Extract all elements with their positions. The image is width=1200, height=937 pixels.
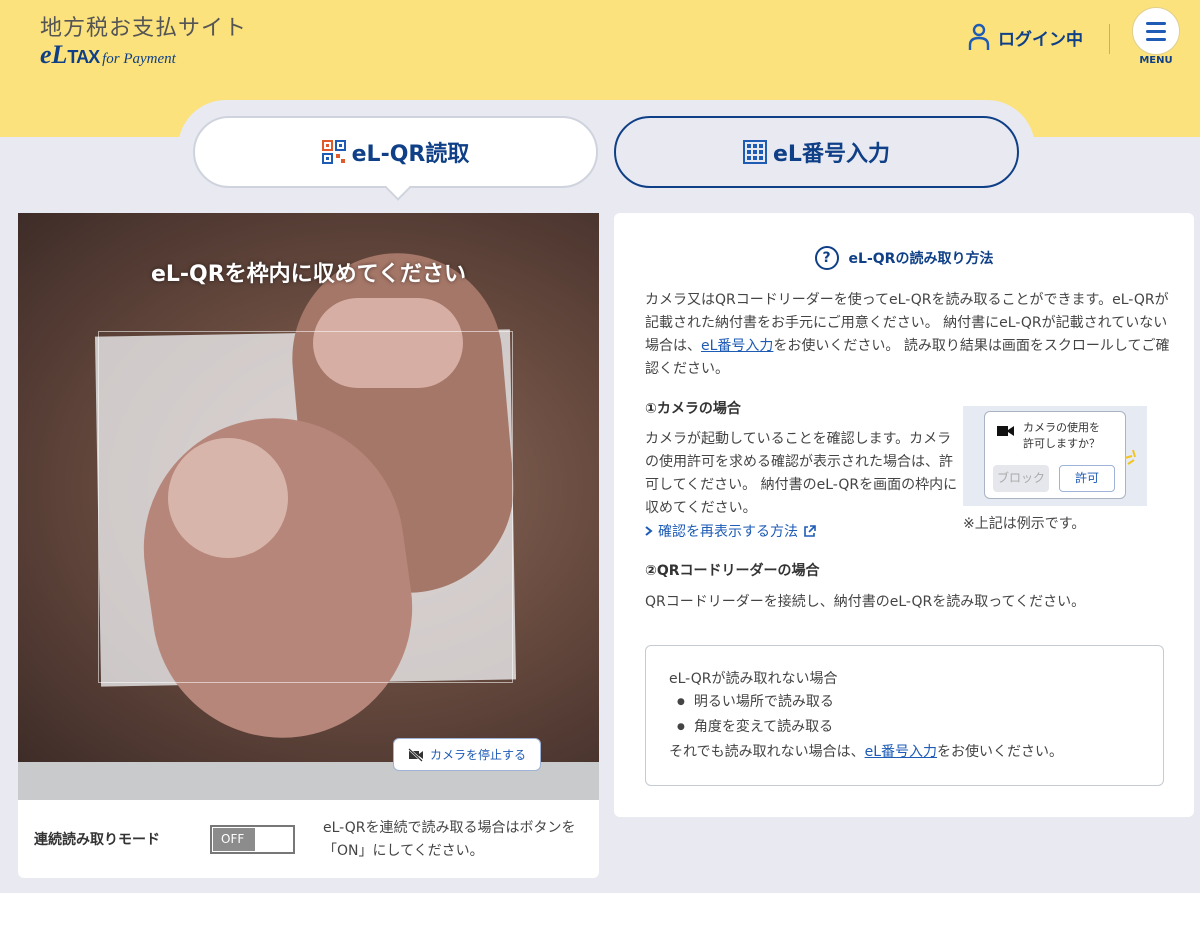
instructions-title-text: eL-QRの読み取り方法 [848,251,994,267]
list-item: 角度を変えて読み取る [669,716,1163,741]
example-dialog-text: カメラの使用を 許可しますか？ [1023,421,1100,450]
camera-view: eL-QRを枠内に収めてください カメラを停止する [18,213,599,800]
stop-camera-button[interactable]: カメラを停止する [393,738,541,771]
tips-title: eL-QRが読み取れない場合 [669,671,838,687]
el-number-link[interactable]: eL番号入力 [701,338,773,354]
login-label: ログイン中 [998,29,1083,50]
menu-button[interactable] [1132,7,1180,55]
continuous-mode-panel: 連続読み取りモード OFF eL-QRを連続で読み取る場合はボタンを「ON」にし… [18,800,599,878]
keypad-icon [743,140,768,164]
header-divider [1109,24,1110,54]
example-allow-button: 許可 [1059,465,1115,492]
list-item: 明るい場所で読み取る [669,691,1163,716]
question-icon: ? [814,246,839,270]
logo-tax: TAX [67,47,100,67]
instructions-intro: カメラ又はQRコードリーダーを使ってeL-QRを読み取ることができます。eL-Q… [645,292,1170,377]
external-link-icon [804,524,816,537]
instructions-title: ? eL-QRの読み取り方法 [614,246,1194,270]
example-block-button: ブロック [993,465,1049,492]
toggle-state: OFF [213,828,255,851]
instructions-panel: ? eL-QRの読み取り方法 カメラ又はQRコードリーダーを使ってeL-QRを読… [614,213,1194,817]
eltax-logo[interactable]: eLTAX for Payment [40,40,176,70]
hamburger-icon [1146,21,1166,25]
stop-camera-label: カメラを停止する [429,748,526,762]
tab-el-number-input[interactable]: eL番号入力 [614,116,1019,188]
redisplay-confirmation-link[interactable]: 確認を再表示する方法 [645,521,816,541]
continuous-mode-label: 連続読み取りモード [34,832,160,848]
tips-list: 明るい場所で読み取る 角度を変えて読み取る [669,691,1163,741]
tab-el-number-input-label: eL番号入力 [773,142,890,167]
tips-footer: それでも読み取れない場合は、eL番号入力をお使いください。 [669,744,1064,760]
logo-for-payment: for Payment [102,51,176,67]
user-icon [968,23,990,50]
chevron-right-icon [645,526,653,536]
tips-el-number-link[interactable]: eL番号入力 [865,744,937,760]
camera-instruction: eL-QRを枠内に収めてください [150,262,467,287]
tab-el-qr-read[interactable]: eL-QR読取 [193,116,598,188]
example-note: ※上記は例示です。 [963,516,1086,532]
redisplay-link-text: 確認を再表示する方法 [658,524,798,540]
unreadable-tips-box: eL-QRが読み取れない場合 明るい場所で読み取る 角度を変えて読み取る それで… [645,645,1164,786]
qr-code-icon [321,140,346,164]
logo-el: eL [40,40,68,69]
camera-instructions: カメラが起動していることを確認します。カメラの使用許可を求める確認が表示された場… [645,431,958,516]
permission-example-image: カメラの使用を 許可しますか？ ブロック 許可 [963,406,1147,506]
menu-label: MENU [1139,55,1173,66]
sparkle-icon [1124,449,1136,465]
login-status[interactable]: ログイン中 [968,23,1083,51]
example-permission-dialog: カメラの使用を 許可しますか？ ブロック 許可 [984,411,1126,499]
camera-feed [18,213,599,762]
continuous-mode-description: eL-QRを連続で読み取る場合はボタンを「ON」にしてください。 [323,820,576,859]
camera-heading: ①カメラの場合 [645,401,741,417]
qr-reader-heading: ②QRコードリーダーの場合 [645,563,820,579]
camera-off-icon [408,747,423,762]
video-camera-icon [997,426,1014,436]
scan-frame [98,331,513,683]
site-title: 地方税お支払サイト [40,16,248,41]
qr-reader-instructions: QRコードリーダーを接続し、納付書のeL-QRを読み取ってください。 [645,594,1086,610]
tab-el-qr-read-label: eL-QR読取 [351,142,470,167]
continuous-mode-toggle[interactable]: OFF [210,825,295,854]
